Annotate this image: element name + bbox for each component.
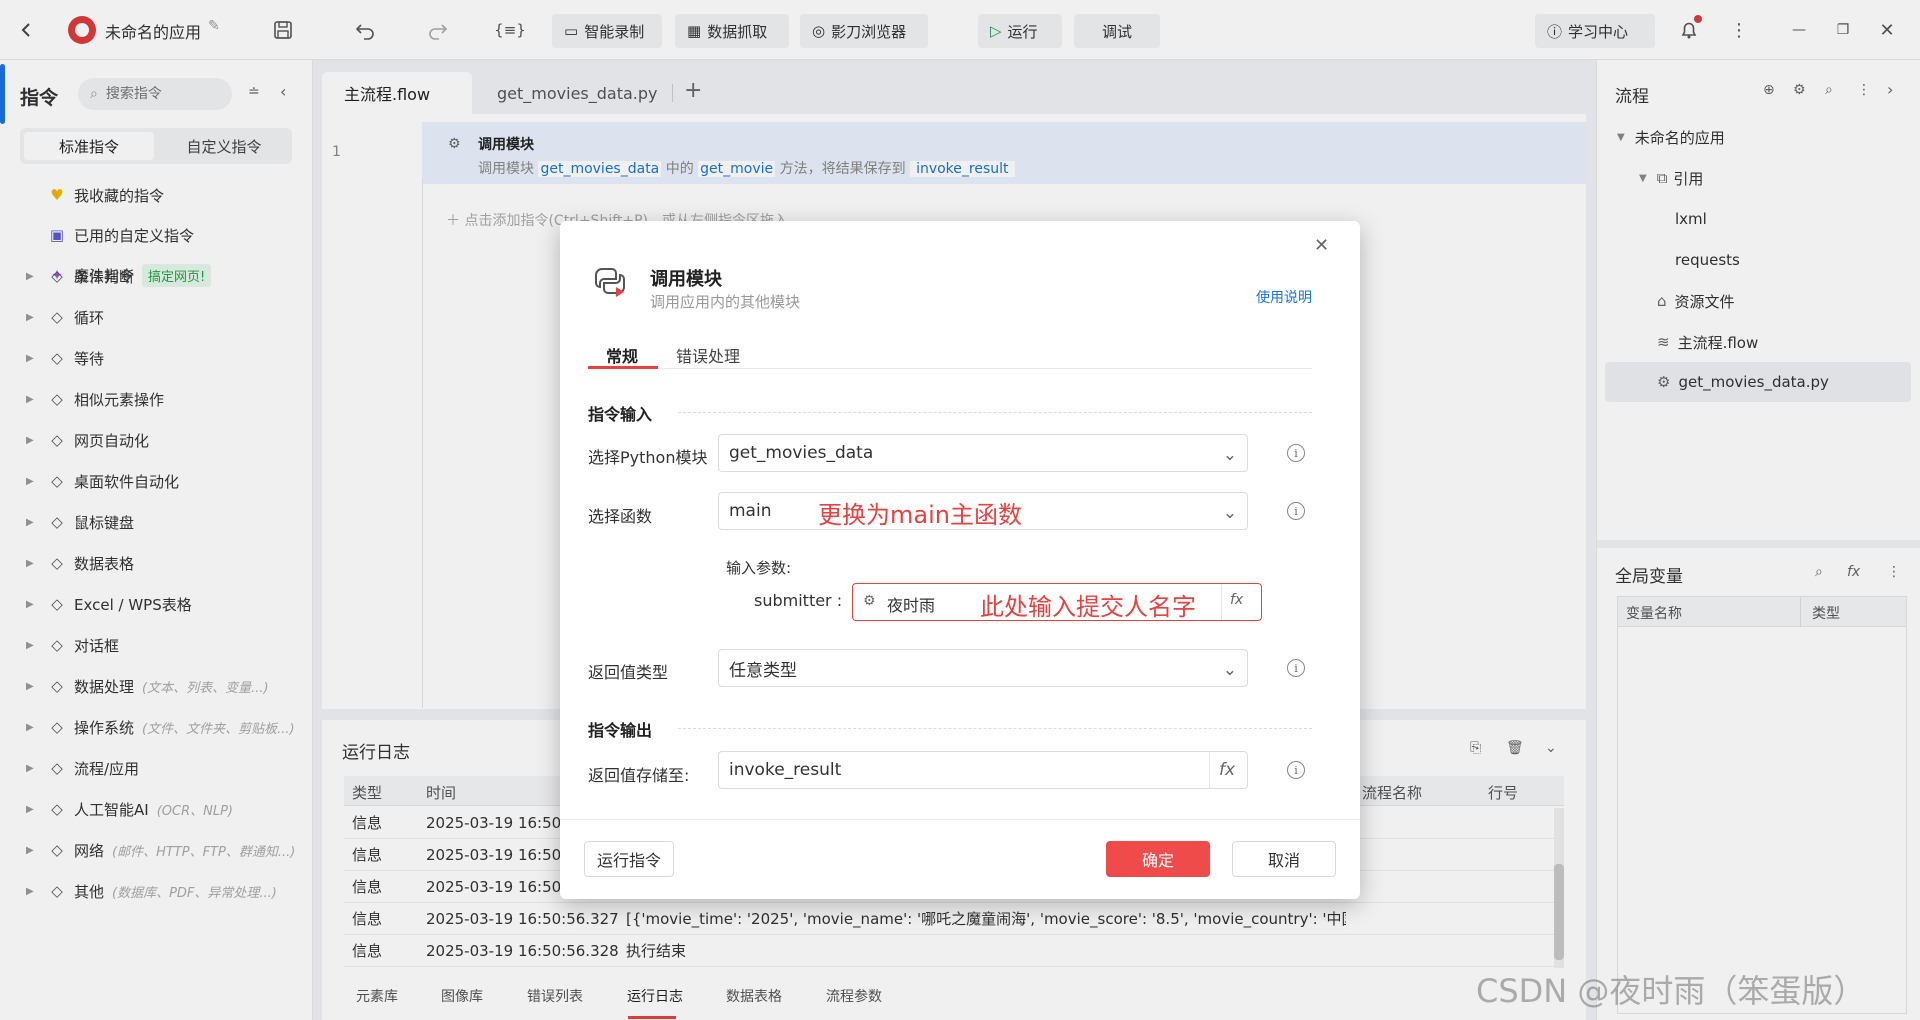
run-command-button[interactable]: 运行指令 bbox=[584, 841, 674, 877]
fx-icon[interactable]: fx bbox=[1230, 592, 1243, 608]
module-select[interactable]: get_movies_data ⌄ bbox=[718, 434, 1248, 472]
annotation-function: 更换为main主函数 bbox=[818, 501, 1022, 529]
annotation-submitter: 此处输入提交人名字 bbox=[980, 593, 1196, 621]
chevron-down-icon: ⌄ bbox=[1222, 445, 1237, 465]
dialog-title: 调用模块 bbox=[650, 269, 722, 290]
submitter-label: submitter : bbox=[754, 591, 843, 610]
save-to-input[interactable]: invoke_result fx bbox=[718, 751, 1248, 789]
invoke-module-dialog: ✕ 调用模块 调用应用内的其他模块 使用说明 常规 错误处理 指令输入 选择Py… bbox=[560, 221, 1360, 899]
dialog-subtitle: 调用应用内的其他模块 bbox=[650, 293, 801, 311]
chevron-down-icon: ⌄ bbox=[1222, 503, 1237, 523]
return-type-label: 返回值类型 bbox=[588, 663, 669, 682]
python-var-icon: ⚙ bbox=[863, 593, 876, 609]
tab-active-indicator bbox=[588, 366, 658, 369]
params-label: 输入参数: bbox=[726, 559, 792, 577]
return-type-select[interactable]: 任意类型 ⌄ bbox=[718, 649, 1248, 687]
fx-icon[interactable]: fx bbox=[1219, 760, 1235, 780]
python-module-icon bbox=[592, 263, 628, 299]
section-output-title: 指令输出 bbox=[588, 721, 653, 740]
section-input-divider bbox=[678, 412, 1312, 413]
section-output-divider bbox=[678, 728, 1312, 729]
footer-divider bbox=[560, 819, 1360, 820]
dialog-close-icon[interactable]: ✕ bbox=[1314, 235, 1329, 256]
info-icon[interactable]: i bbox=[1287, 502, 1305, 520]
save-to-label: 返回值存储至: bbox=[588, 766, 690, 785]
info-icon[interactable]: i bbox=[1287, 761, 1305, 779]
info-icon[interactable]: i bbox=[1287, 659, 1305, 677]
module-label: 选择Python模块 bbox=[588, 448, 708, 467]
function-label: 选择函数 bbox=[588, 507, 653, 526]
chevron-down-icon: ⌄ bbox=[1222, 660, 1237, 680]
help-link[interactable]: 使用说明 bbox=[1256, 287, 1312, 307]
tabs-underline bbox=[588, 368, 1312, 369]
cancel-button[interactable]: 取消 bbox=[1232, 841, 1336, 877]
tab-error-handling[interactable]: 错误处理 bbox=[676, 343, 740, 367]
tab-general[interactable]: 常规 bbox=[606, 343, 638, 367]
section-input-title: 指令输入 bbox=[588, 405, 653, 424]
confirm-button[interactable]: 确定 bbox=[1106, 841, 1210, 877]
info-icon[interactable]: i bbox=[1287, 444, 1305, 462]
